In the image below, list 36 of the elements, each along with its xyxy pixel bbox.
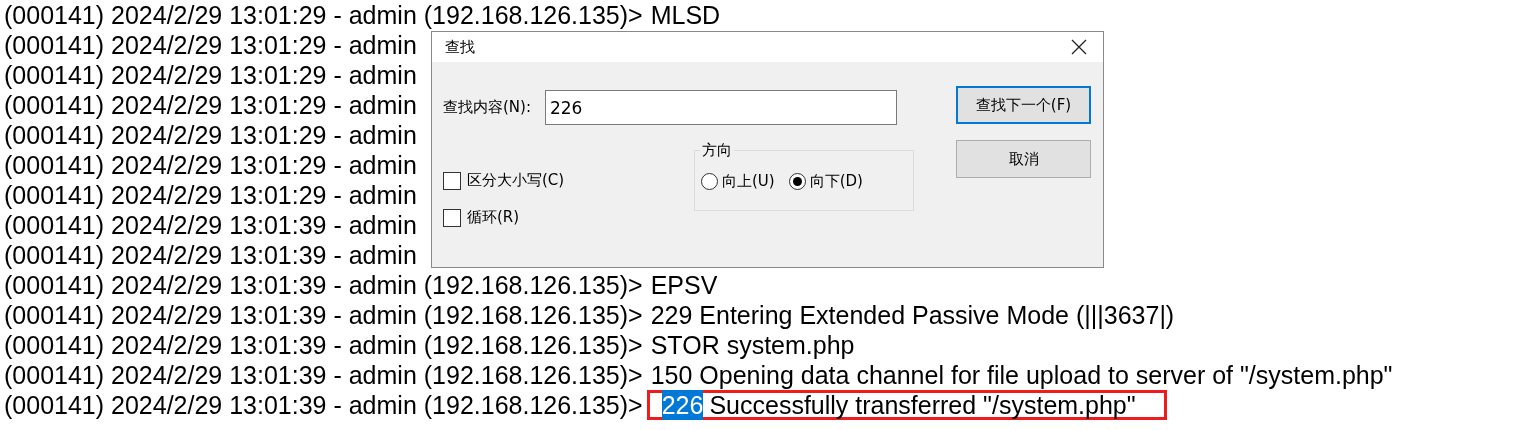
- checkbox-label[interactable]: 区分大小写(C): [467, 171, 565, 190]
- log-message: Successfully transferred "/system.php": [709, 390, 1136, 420]
- checkbox[interactable]: [443, 208, 461, 227]
- log-text: (000141) 2024/2/29 13:01:39 - admin (192.168.126.135)>: [4, 270, 643, 300]
- log-message: STOR system.php: [650, 330, 855, 360]
- log-text: (000141) 2024/2/29 13:01:39 - admin (192.168.126.135)>: [4, 330, 643, 360]
- find-input[interactable]: 226: [545, 90, 897, 125]
- log-text: (000141) 2024/2/29 13:01:29 - admin: [4, 90, 417, 120]
- selected-text: 226: [661, 390, 704, 420]
- close-icon[interactable]: [1071, 39, 1087, 55]
- log-text: (000141) 2024/2/29 13:01:29 - admin (192.168.126.135)>: [4, 0, 643, 30]
- log-text: (000141) 2024/2/29 13:01:29 - admin: [4, 30, 417, 60]
- find-next-button[interactable]: 查找下一个(F): [956, 86, 1091, 124]
- log-message: 150 Opening data channel for file upload to server of "/system.php": [650, 360, 1393, 390]
- log-text: (000141) 2024/2/29 13:01:39 - admin: [4, 210, 417, 240]
- log-text: (000141) 2024/2/29 13:01:39 - admin (192.168.126.135)>: [4, 300, 643, 330]
- log-text: (000141) 2024/2/29 13:01:29 - admin: [4, 180, 417, 210]
- log-text: (000141) 2024/2/29 13:01:29 - admin: [4, 60, 417, 90]
- log-message: MLSD: [650, 0, 721, 30]
- radio-button[interactable]: [788, 173, 806, 190]
- cancel-button[interactable]: 取消: [956, 140, 1091, 178]
- checkbox[interactable]: [443, 171, 461, 190]
- dialog-title: 查找: [445, 37, 475, 57]
- radio-label[interactable]: 向上(U): [722, 172, 775, 191]
- find-label: 查找内容(N):: [443, 98, 531, 117]
- radio-button[interactable]: [701, 173, 718, 190]
- log-text: (000141) 2024/2/29 13:01:29 - admin: [4, 150, 417, 180]
- log-message: 229 Entering Extended Passive Mode (|||3637|): [650, 300, 1175, 330]
- checkbox-label[interactable]: 循环(R): [467, 208, 520, 227]
- log-text: (000141) 2024/2/29 13:01:39 - admin (192.168.126.135)>: [4, 360, 643, 390]
- log-message: EPSV: [650, 270, 718, 300]
- log-text: (000141) 2024/2/29 13:01:29 - admin: [4, 120, 417, 150]
- log-text: (000141) 2024/2/29 13:01:39 - admin: [4, 240, 417, 270]
- group-legend: 方向: [700, 141, 734, 160]
- log-text: (000141) 2024/2/29 13:01:39 - admin (192.168.126.135)>: [4, 390, 643, 420]
- radio-label[interactable]: 向下(D): [809, 172, 863, 191]
